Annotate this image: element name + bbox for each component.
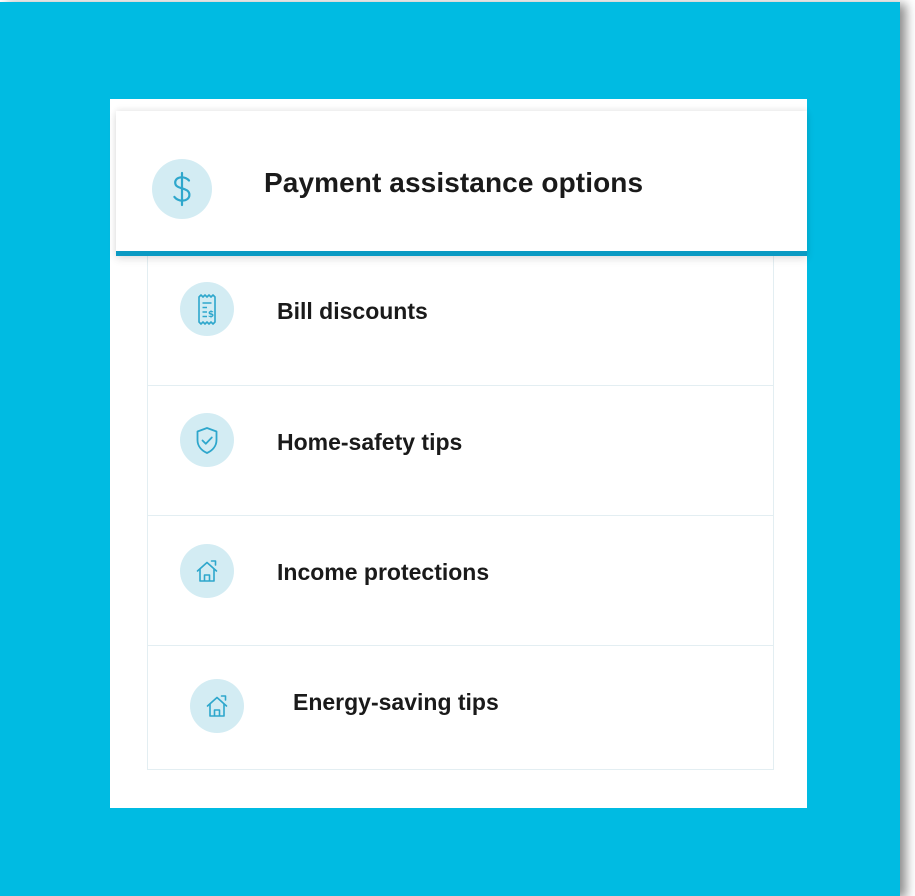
list-item-energy-saving-tips[interactable]: Energy-saving tips: [148, 646, 773, 776]
payment-assistance-header[interactable]: Payment assistance options: [116, 111, 807, 256]
list-item-label: Energy-saving tips: [293, 689, 499, 715]
list-item-home-safety-tips[interactable]: Home-safety tips: [148, 386, 773, 516]
list-item-bill-discounts[interactable]: $ Bill discounts: [148, 256, 773, 386]
dollar-sign-icon: [152, 159, 212, 219]
list-item-label: Income protections: [277, 559, 490, 585]
shield-check-icon: [180, 413, 234, 467]
list-item-label: Home-safety tips: [277, 429, 463, 455]
house-icon: [180, 544, 234, 598]
options-list: $ Bill discounts Home-safety tips Income…: [147, 256, 774, 770]
receipt-dollar-icon: $: [180, 282, 234, 336]
list-item-income-protections[interactable]: Income protections: [148, 516, 773, 646]
options-card: Payment assistance options $ Bill discou…: [110, 99, 807, 808]
page-background: Payment assistance options $ Bill discou…: [0, 2, 900, 896]
list-item-label: Bill discounts: [277, 298, 428, 324]
header-title: Payment assistance options: [264, 167, 644, 198]
house-icon: [190, 679, 244, 733]
svg-text:$: $: [208, 310, 214, 320]
